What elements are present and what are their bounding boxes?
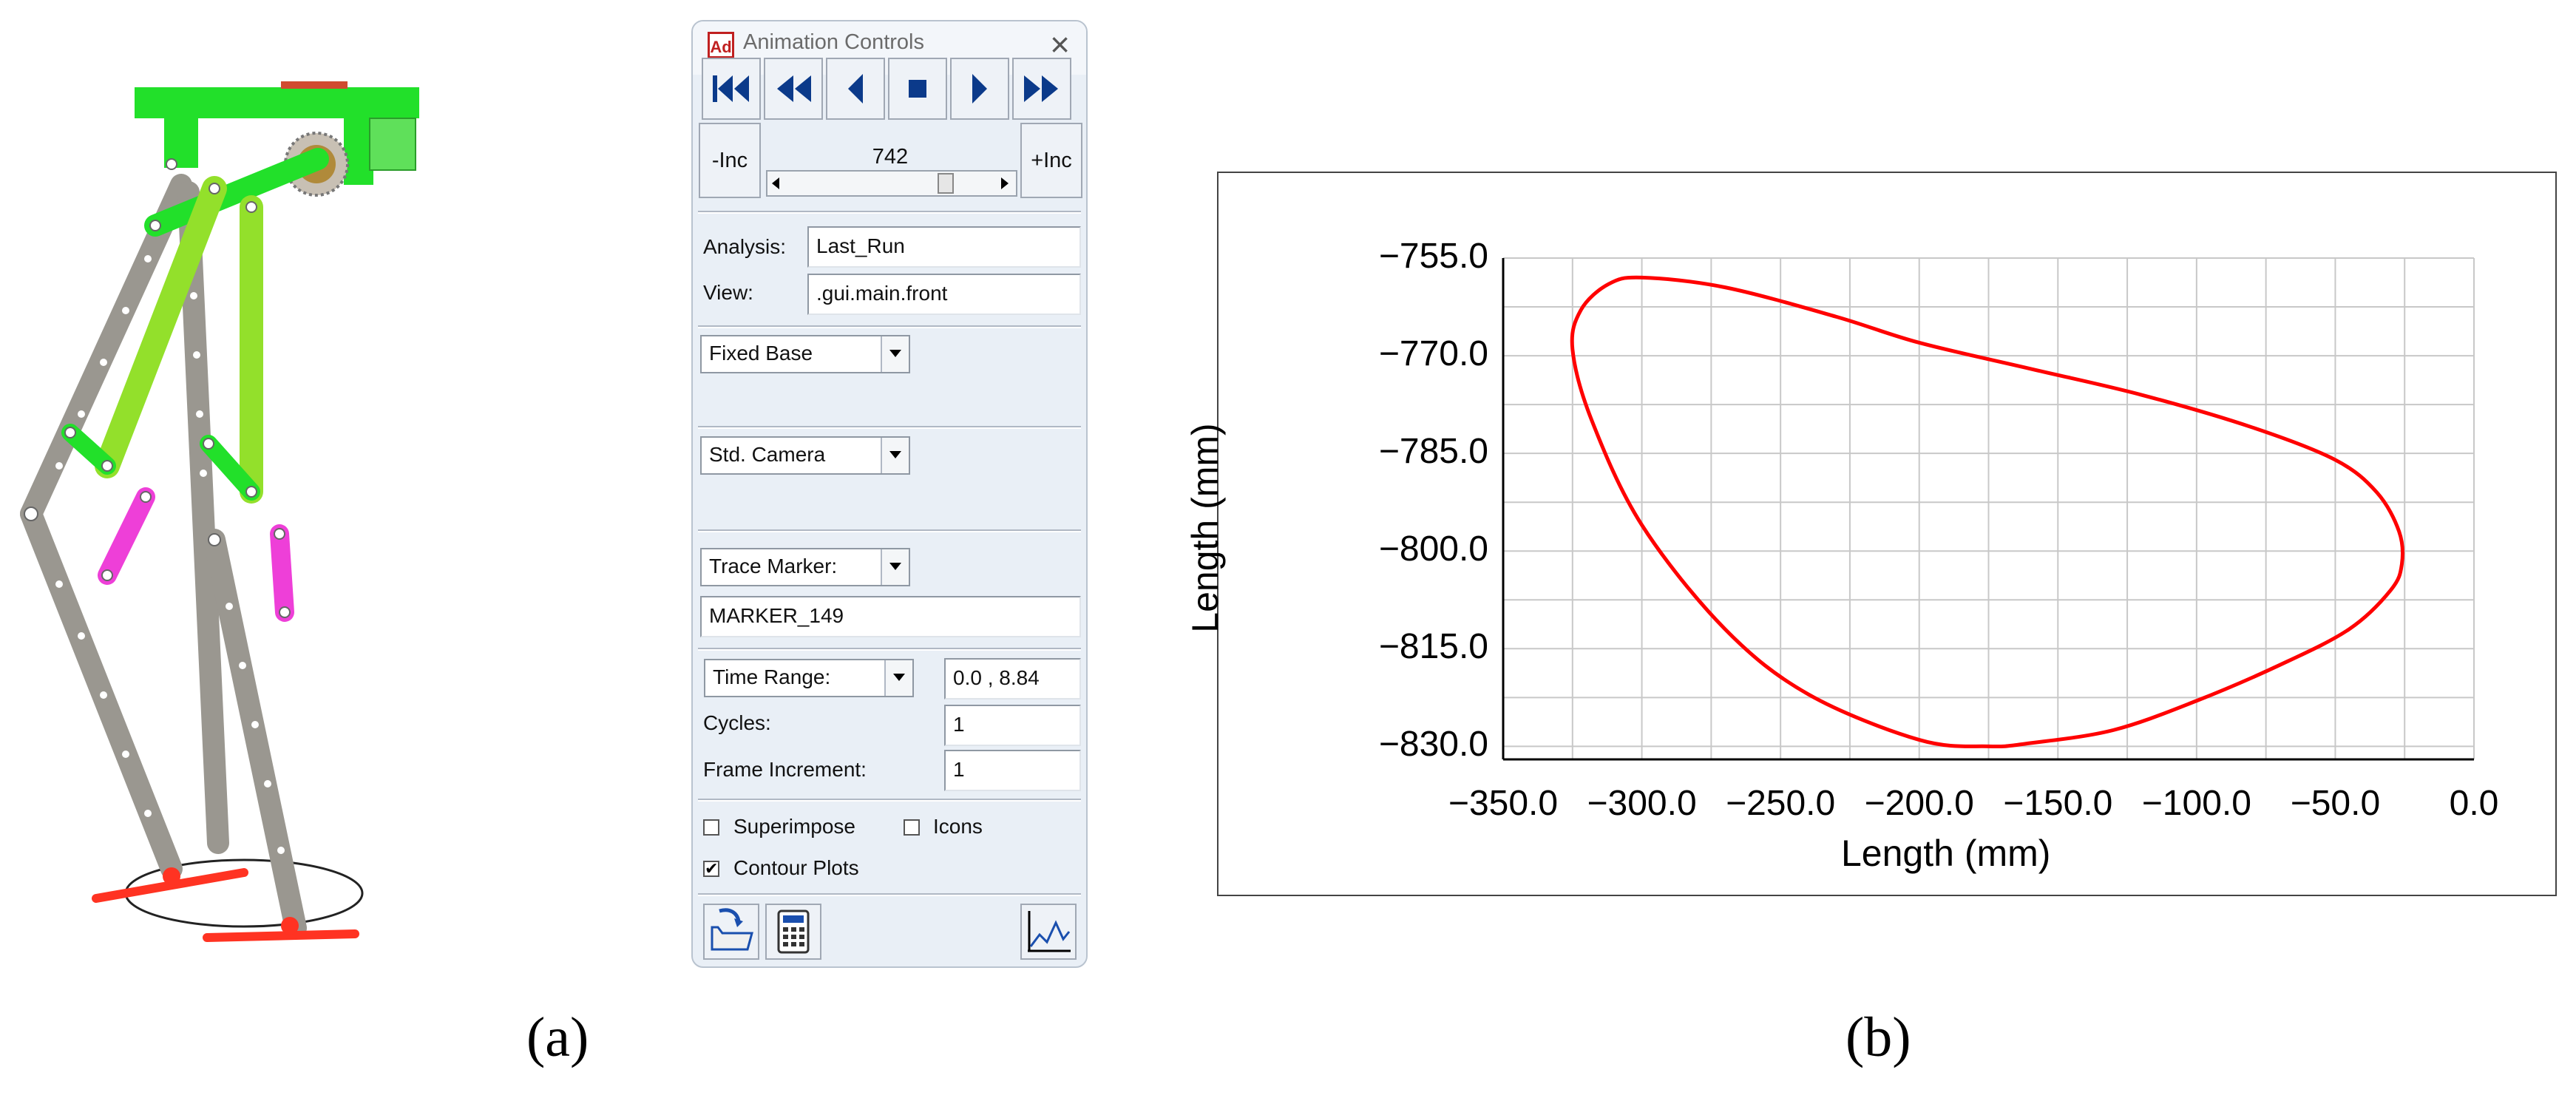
trajectory-curve xyxy=(1570,275,2405,749)
y-tick-label: −785.0 xyxy=(1378,432,1488,472)
y-tick-label: −830.0 xyxy=(1378,725,1488,765)
x-tick-label: −100.0 xyxy=(2141,784,2251,823)
x-tick-label: −200.0 xyxy=(1864,784,1974,823)
x-tick-label: −250.0 xyxy=(1726,784,1836,823)
x-axis-label: Length (mm) xyxy=(1841,833,2051,874)
x-tick-label: −150.0 xyxy=(2003,784,2113,823)
caption-b: (b) xyxy=(1845,1006,1911,1068)
y-tick-label: −815.0 xyxy=(1378,627,1488,667)
trajectory-chart xyxy=(1502,257,2475,761)
y-tick-label: −755.0 xyxy=(1378,237,1488,276)
y-tick-label: −770.0 xyxy=(1378,334,1488,374)
caption-a: (a) xyxy=(526,1006,589,1068)
x-tick-label: 0.0 xyxy=(2449,784,2499,823)
x-tick-label: −50.0 xyxy=(2290,784,2381,823)
y-tick-label: −800.0 xyxy=(1378,529,1488,569)
y-axis-label: Length (mm) xyxy=(1184,423,1226,633)
x-tick-label: −300.0 xyxy=(1587,784,1697,823)
x-tick-label: −350.0 xyxy=(1448,784,1559,823)
